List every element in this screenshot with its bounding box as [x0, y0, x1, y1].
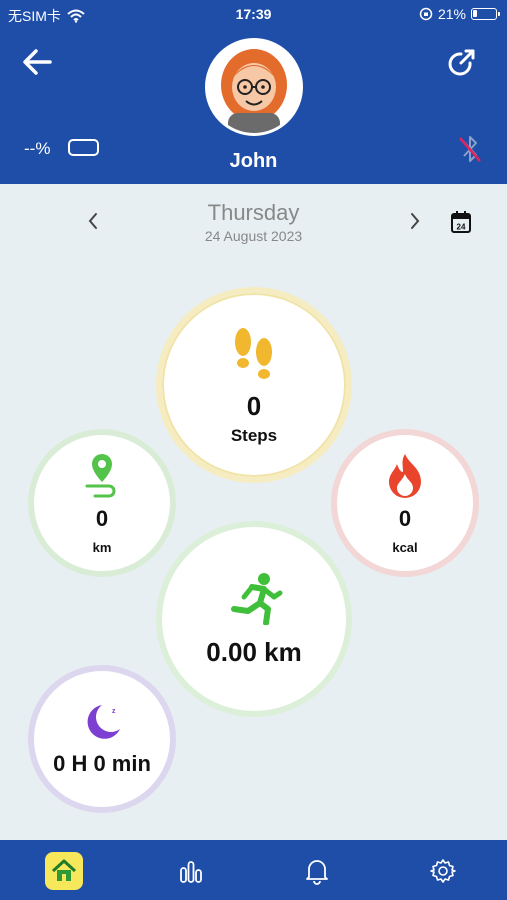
calories-card[interactable]: 0 kcal — [331, 429, 479, 577]
distance-value: 0 — [95, 505, 109, 531]
running-person-icon — [231, 572, 283, 625]
date-navigation: Thursday 24 August 2023 — [0, 196, 507, 248]
date-label: 24 August 2023 — [204, 228, 303, 244]
gear-icon — [430, 859, 456, 883]
calories-unit: kcal — [392, 539, 418, 555]
calories-value: 0 — [398, 505, 412, 531]
battery-fill — [473, 10, 477, 17]
nav-settings[interactable] — [424, 852, 462, 890]
footprints-icon — [235, 327, 272, 379]
day-label: Thursday — [207, 200, 300, 225]
nav-notifications[interactable] — [298, 852, 336, 890]
steps-card[interactable]: 0 Steps — [156, 287, 352, 483]
stats-icon — [180, 861, 202, 883]
chevron-right-icon[interactable] — [404, 208, 426, 234]
distance-card[interactable]: 0 km — [28, 429, 176, 577]
status-right: 21% — [419, 6, 500, 22]
activity-card[interactable]: 0.00 km — [156, 521, 352, 717]
battery-icon — [471, 8, 500, 20]
back-arrow-icon[interactable] — [20, 46, 56, 78]
home-icon — [51, 859, 77, 881]
steps-value: 0 — [246, 390, 262, 421]
calendar-icon[interactable]: 24 — [450, 210, 472, 234]
nav-home[interactable] — [45, 852, 83, 890]
bottom-navigation — [0, 840, 507, 900]
nav-statistics[interactable] — [172, 852, 210, 890]
device-battery-icon — [68, 139, 99, 156]
svg-text:z: z — [112, 708, 116, 715]
bell-icon — [306, 860, 328, 885]
status-bar: 无SIM卡 17:39 21% — [0, 0, 507, 30]
sleep-value: 0 H 0 min — [53, 751, 151, 776]
calendar-day-number: 24 — [457, 223, 466, 232]
avatar[interactable] — [205, 38, 303, 136]
bluetooth-disconnected-icon[interactable] — [457, 134, 483, 164]
location-route-icon — [85, 453, 116, 497]
flame-icon — [389, 453, 421, 498]
share-icon[interactable] — [444, 46, 478, 80]
steps-unit: Steps — [230, 425, 278, 445]
sleep-card[interactable]: z z 0 H 0 min — [28, 665, 176, 813]
header: 无SIM卡 17:39 21% John --% — [0, 0, 507, 184]
activity-distance-value: 0.00 km — [206, 636, 302, 667]
avatar-image — [208, 41, 300, 133]
sleep-moon-icon: z z — [87, 705, 120, 739]
device-battery-text: --% — [24, 139, 51, 158]
svg-text:z: z — [106, 711, 111, 721]
orientation-lock-icon — [419, 7, 433, 21]
battery-percent: 21% — [437, 6, 466, 22]
distance-unit: km — [92, 539, 112, 555]
